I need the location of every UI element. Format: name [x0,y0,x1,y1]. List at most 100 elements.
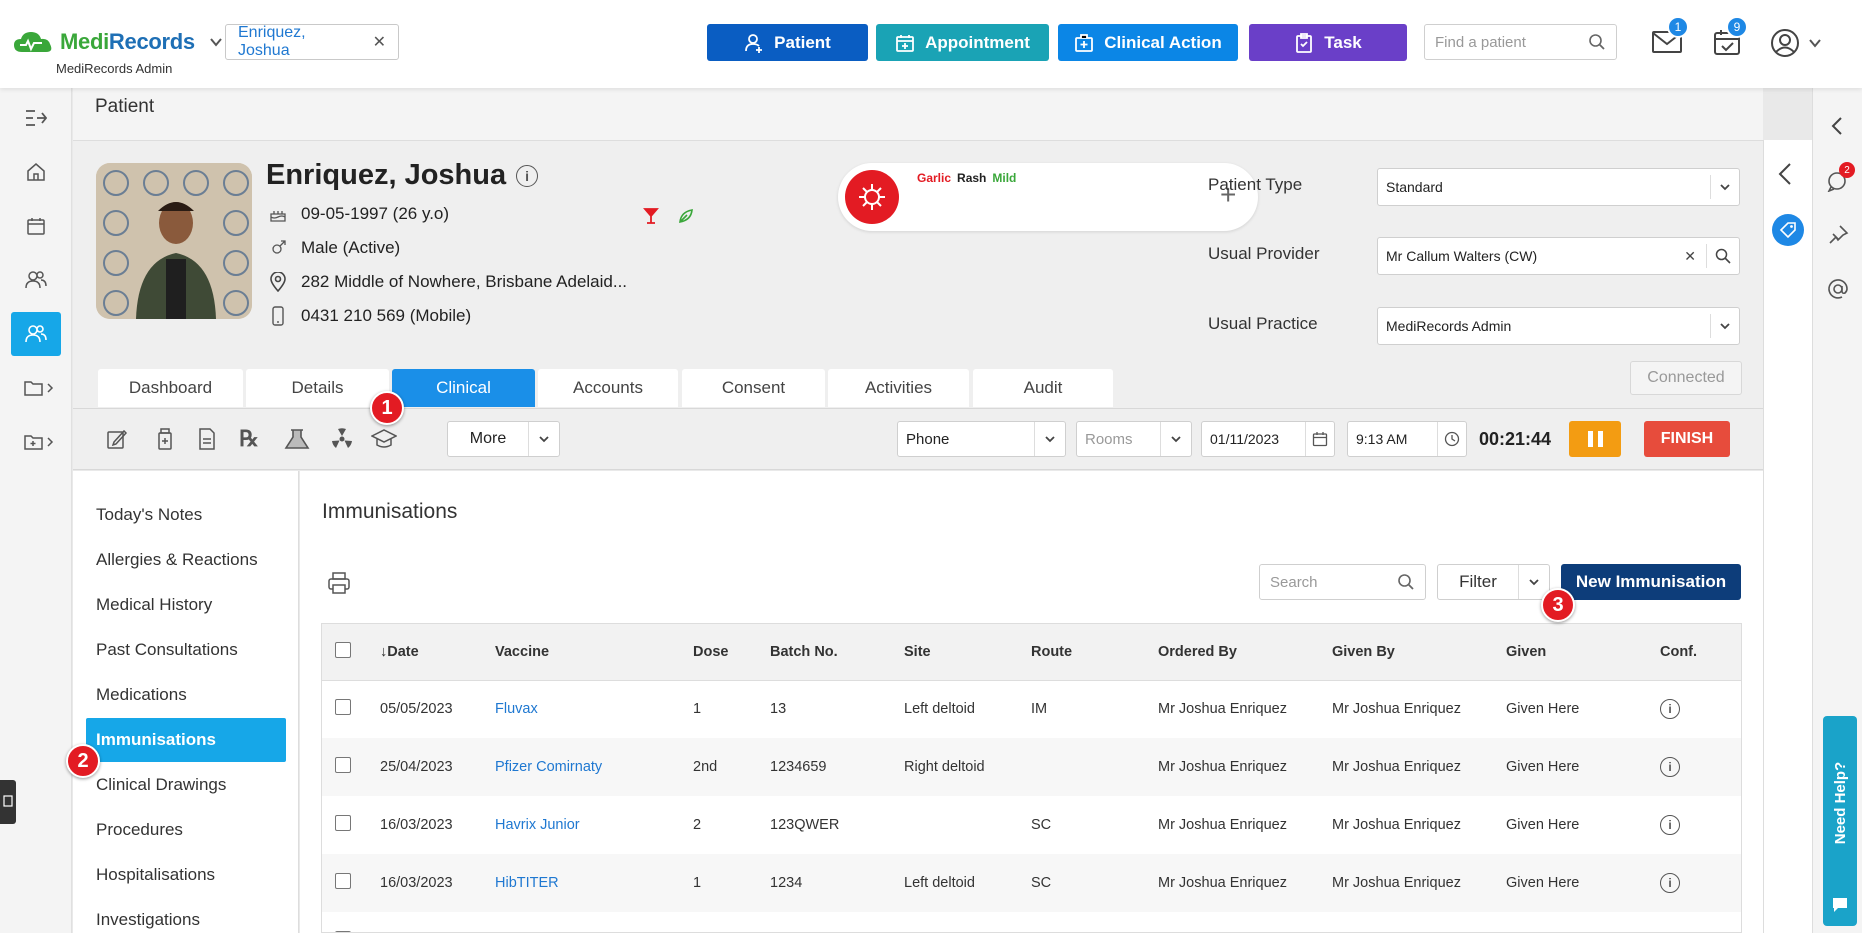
side-item-medical-history[interactable]: Medical History [86,583,286,627]
tag-button[interactable] [1772,214,1804,246]
usual-provider-select[interactable]: Mr Callum Walters (CW) ✕ [1377,237,1740,275]
vaccine-link[interactable]: Havrix Junior [495,817,580,833]
close-icon[interactable]: ✕ [373,32,386,52]
nav-folder-add[interactable] [11,420,67,464]
rooms-select[interactable]: Rooms [1076,421,1192,457]
expand-right-panel-button[interactable] [1831,116,1843,136]
clinical-action-button[interactable]: Clinical Action [1058,24,1238,61]
col-vaccine[interactable]: Vaccine [495,624,693,681]
education-tool-button[interactable] [370,425,398,453]
table-row-partial[interactable] [322,912,1741,932]
calendar-icon[interactable] [1312,431,1328,447]
row-checkbox[interactable] [335,757,351,773]
nav-calendar[interactable] [11,204,61,248]
consult-mode-select[interactable]: Phone [897,421,1066,457]
prescription-rx-icon[interactable]: ℞ [235,425,263,453]
search-icon[interactable] [1397,573,1415,591]
tab-details[interactable]: Details [246,369,389,407]
side-drawer-handle[interactable] [0,780,16,824]
brand-logo[interactable]: MediRecords [12,28,223,56]
mention-button[interactable] [1827,278,1849,300]
filter-dropdown[interactable]: Filter [1437,564,1550,600]
nav-folder[interactable] [11,366,67,410]
allergy-card[interactable]: Garlic Rash Mild + [838,163,1258,231]
table-row[interactable]: 05/05/2023 Fluvax 1 13 Left deltoid IM M… [322,680,1741,738]
tab-accounts[interactable]: Accounts [538,369,678,407]
tab-clinical[interactable]: Clinical [392,369,535,407]
side-item-medications[interactable]: Medications [86,673,286,717]
leaf-icon[interactable] [677,207,695,225]
table-row[interactable]: 16/03/2023 HibTITER 1 1234 Left deltoid … [322,854,1741,912]
chevron-down-icon[interactable] [209,35,223,49]
side-item-investigations[interactable]: Investigations [86,898,286,933]
vaccine-link[interactable]: Pfizer Comirnaty [495,759,602,775]
info-icon[interactable]: i [1660,815,1680,835]
new-immunisation-button[interactable]: New Immunisation [1561,564,1741,600]
side-item-todays-notes[interactable]: Today's Notes [86,493,286,537]
search-icon[interactable] [1715,248,1731,264]
more-dropdown[interactable]: More [447,421,560,457]
immunisation-search-input[interactable]: Search [1259,564,1426,600]
col-dose[interactable]: Dose [693,624,770,681]
clock-icon[interactable] [1444,431,1460,447]
row-checkbox[interactable] [335,699,351,716]
tab-audit[interactable]: Audit [973,369,1113,407]
side-item-procedures[interactable]: Procedures [86,808,286,852]
patient-type-select[interactable]: Standard [1377,168,1740,206]
col-batch[interactable]: Batch No. [770,624,904,681]
patient-button[interactable]: Patient [707,24,868,61]
side-item-allergies[interactable]: Allergies & Reactions [86,538,286,582]
tab-dashboard[interactable]: Dashboard [98,369,243,407]
expand-menu-button[interactable] [11,96,61,140]
notes-tool-button[interactable] [103,425,131,453]
col-date[interactable]: ↓Date [380,624,495,681]
col-site[interactable]: Site [904,624,1031,681]
info-icon[interactable]: i [1660,757,1680,777]
nav-home[interactable] [11,150,61,194]
row-checkbox[interactable] [335,815,351,831]
tasks-button[interactable]: 9 [1713,16,1748,56]
col-conf[interactable]: Conf. [1660,624,1741,681]
finish-button[interactable]: FINISH [1644,421,1730,457]
info-icon[interactable]: i [1660,873,1680,893]
info-icon[interactable]: i [516,164,539,187]
document-tool-button[interactable] [193,425,221,453]
side-item-clinical-drawings[interactable]: Clinical Drawings [86,763,286,807]
search-icon[interactable] [1588,33,1606,51]
table-row[interactable]: 25/04/2023 Pfizer Comirnaty 2nd 1234659 … [322,738,1741,796]
info-icon[interactable]: i [1660,699,1680,720]
mail-button[interactable]: 1 [1652,16,1689,54]
col-given-by[interactable]: Given By [1332,624,1506,681]
user-menu[interactable] [1770,28,1822,58]
select-all-checkbox[interactable] [335,641,351,658]
clear-icon[interactable]: ✕ [1684,248,1696,265]
radiology-tool-button[interactable] [328,425,356,453]
task-button[interactable]: Task [1249,24,1407,61]
row-checkbox[interactable] [335,873,351,889]
date-input[interactable]: 01/11/2023 [1201,421,1335,457]
col-given[interactable]: Given [1506,624,1660,681]
side-item-immunisations[interactable]: Immunisations [86,718,286,762]
patient-photo[interactable] [96,163,252,319]
pathology-tool-button[interactable] [283,425,311,453]
tab-activities[interactable]: Activities [828,369,969,407]
col-ordered-by[interactable]: Ordered By [1158,624,1332,681]
alcohol-icon[interactable] [643,207,659,225]
table-row[interactable]: 16/03/2023 Havrix Junior 2 123QWER SC Mr… [322,796,1741,854]
collapse-panel-button[interactable] [1778,162,1792,186]
usual-practice-select[interactable]: MediRecords Admin [1377,307,1740,345]
need-help-tab[interactable]: Need Help? [1823,716,1857,926]
print-button[interactable] [327,571,351,595]
open-patient-tag[interactable]: Enriquez, Joshua ✕ [225,24,399,60]
find-patient-input[interactable]: Find a patient [1424,24,1617,60]
medication-tool-button[interactable] [151,425,179,453]
nav-patients-group[interactable] [11,258,61,302]
side-item-hospitalisations[interactable]: Hospitalisations [86,853,286,897]
tab-consent[interactable]: Consent [682,369,825,407]
nav-patient[interactable] [11,312,61,356]
pin-button[interactable] [1827,224,1849,246]
appointment-button[interactable]: Appointment [876,24,1049,61]
chat-button[interactable]: 2 [1827,162,1855,192]
pause-button[interactable] [1569,421,1621,457]
col-route[interactable]: Route [1031,624,1158,681]
